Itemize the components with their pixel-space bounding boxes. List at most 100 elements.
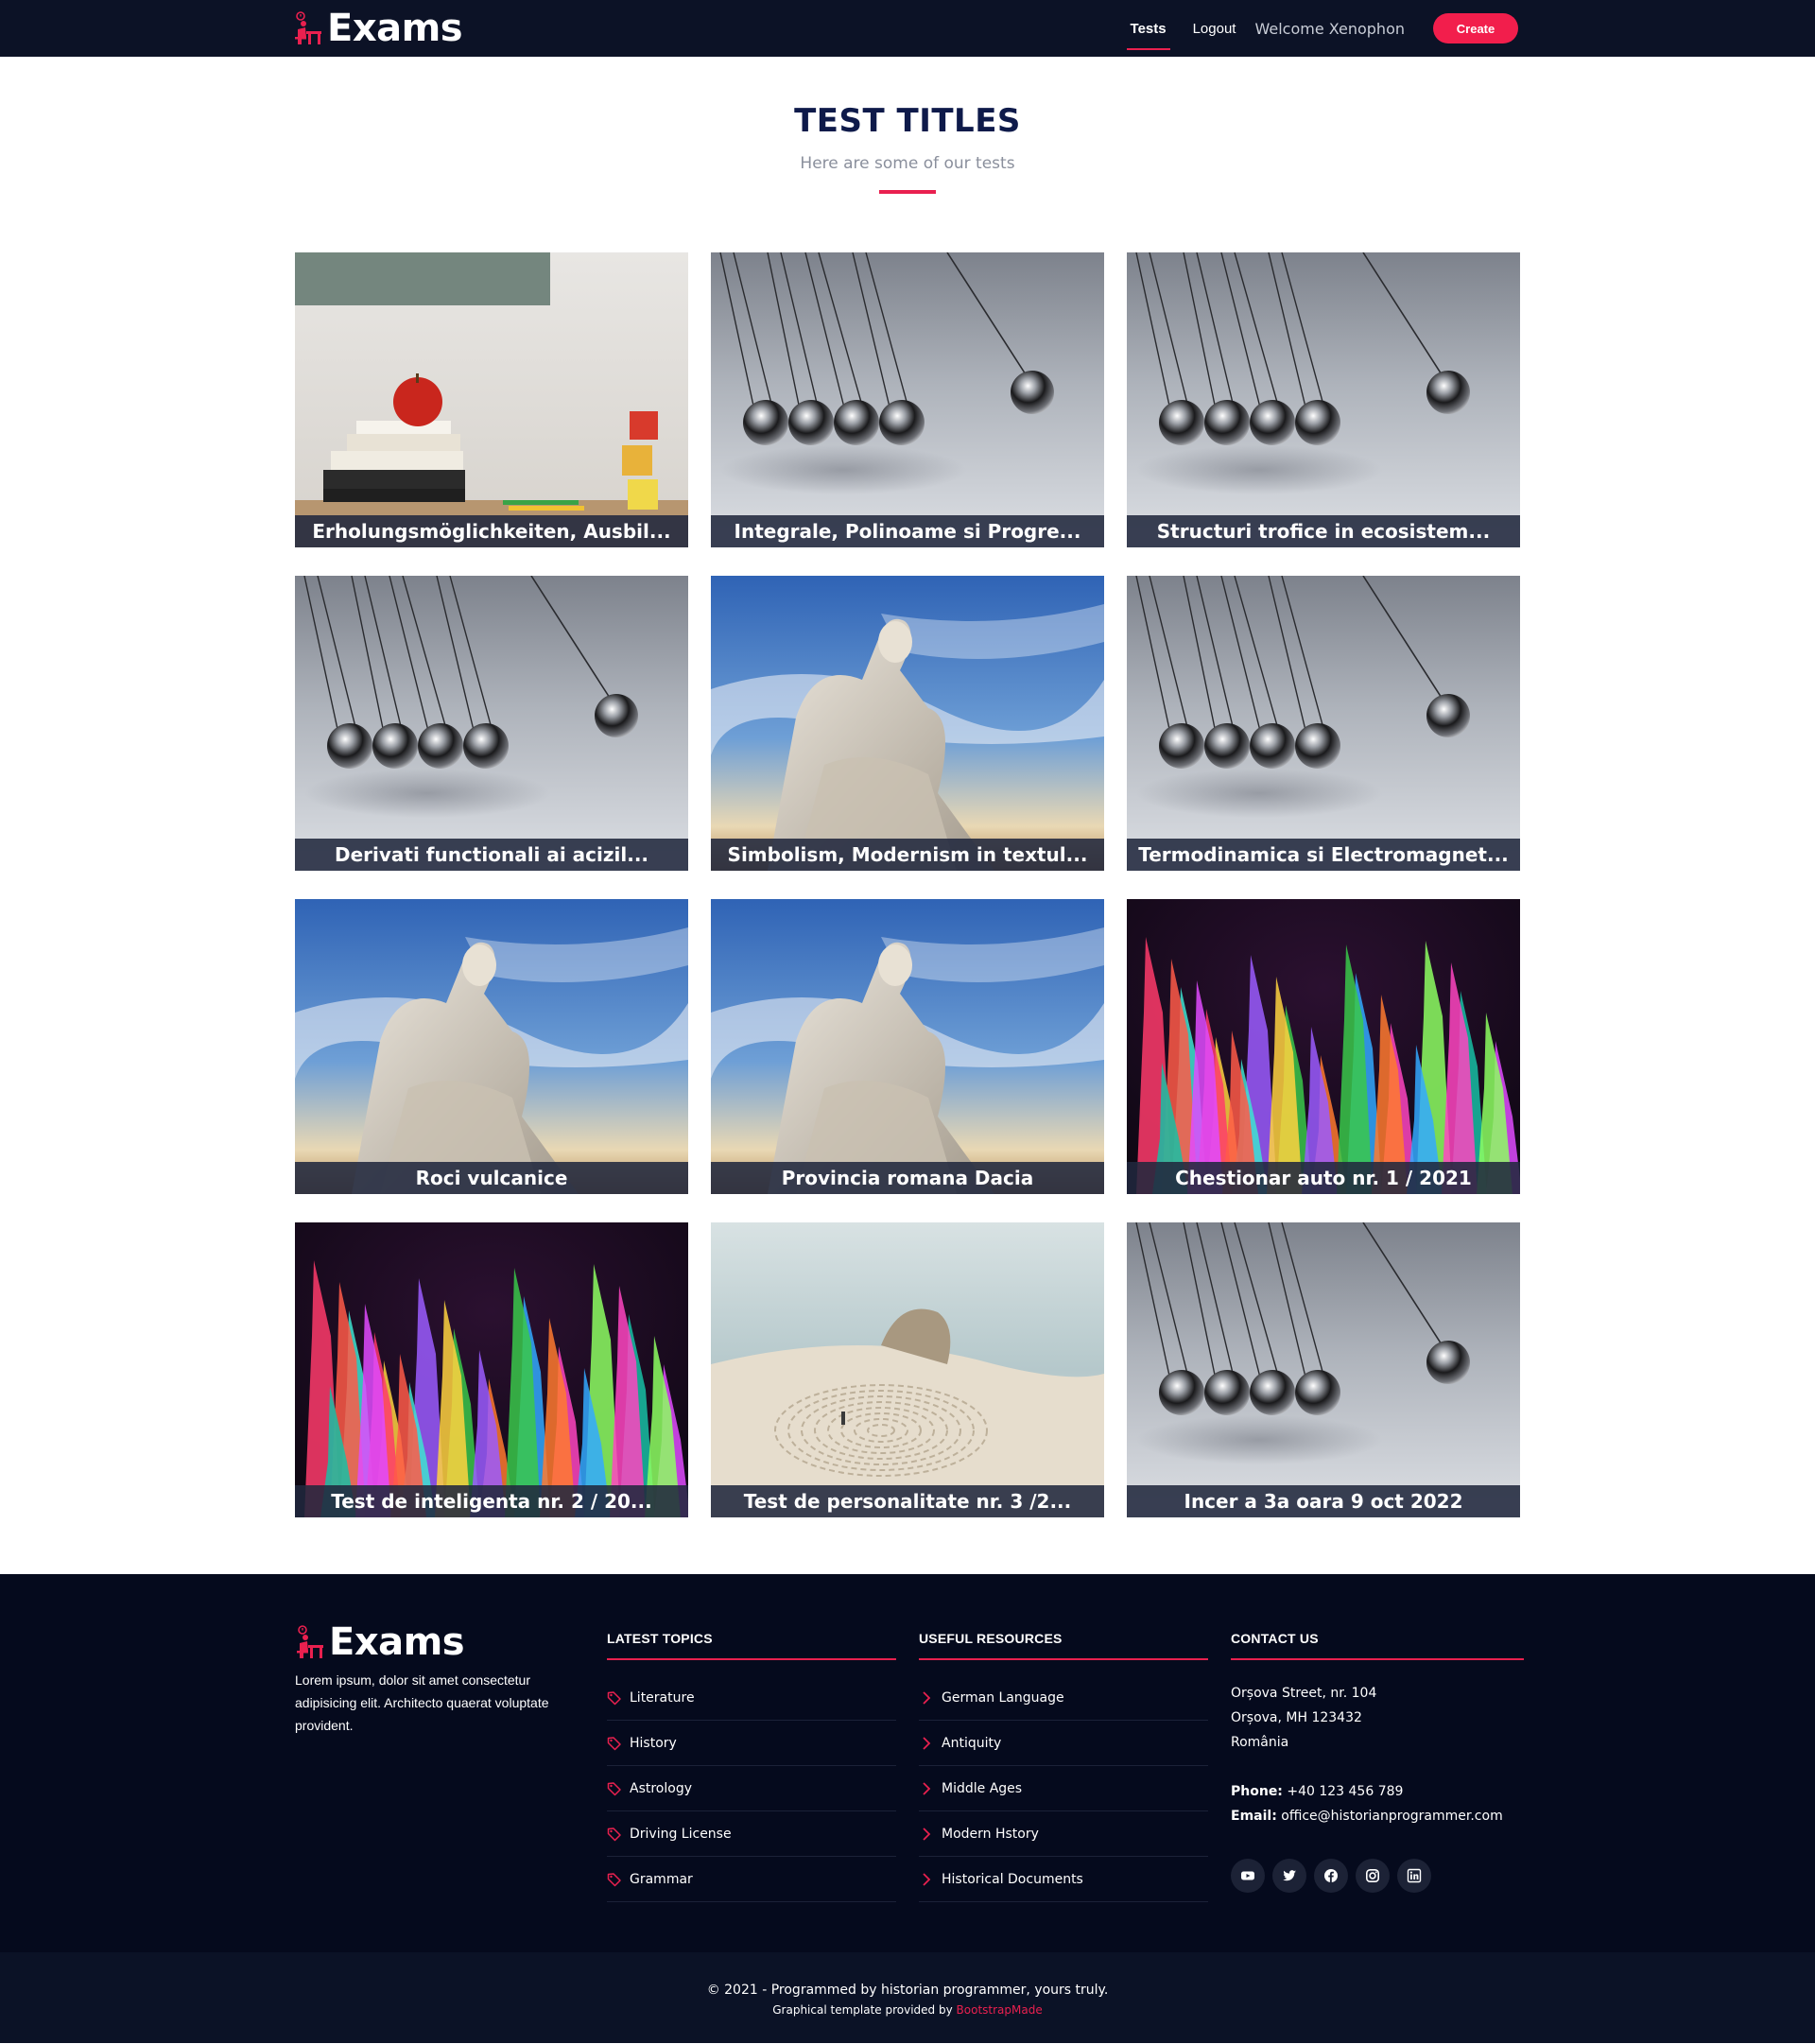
contact-details: Orșova Street, nr. 104 Orșova, MH 123432…: [1231, 1681, 1524, 1828]
tag-icon: [607, 1827, 621, 1842]
address-line-3: România: [1231, 1735, 1289, 1751]
brand-logo[interactable]: Exams: [293, 7, 463, 50]
test-card[interactable]: Erholungsmöglichkeiten, Ausbil...: [295, 252, 688, 548]
topic-item: Driving License: [607, 1811, 896, 1858]
phone-row: Phone: +40 123 456 789: [1231, 1779, 1524, 1804]
page-subtitle: Here are some of our tests: [800, 154, 1015, 174]
test-card[interactable]: Test de personalitate nr. 3 /2...: [711, 1222, 1104, 1518]
resource-item: Historical Documents: [919, 1857, 1208, 1903]
test-card[interactable]: Integrale, Polinoame si Progre...: [711, 252, 1104, 548]
test-card[interactable]: Roci vulcanice: [295, 899, 688, 1195]
facebook-link[interactable]: [1314, 1859, 1348, 1894]
tests-grid: Erholungsmöglichkeiten, Ausbil... Integr…: [295, 252, 1524, 1518]
email-row: Email: office@historianprogrammer.com: [1231, 1804, 1524, 1828]
topic-link-literature[interactable]: Literature: [630, 1690, 695, 1706]
card-title: Derivati functionali ai acizil...: [295, 839, 688, 872]
chevron-right-icon: [923, 1691, 931, 1705]
brand-name: Exams: [327, 7, 463, 50]
topic-item: Astrology: [607, 1766, 896, 1812]
test-card[interactable]: Structuri trofice in ecosistem...: [1127, 252, 1520, 548]
topic-link-history[interactable]: History: [630, 1736, 677, 1751]
topic-link-grammar[interactable]: Grammar: [630, 1872, 693, 1887]
card-image: [1127, 1222, 1520, 1518]
top-navbar: Exams Tests Logout Welcome Xenophon Crea…: [0, 0, 1815, 57]
instagram-link[interactable]: [1356, 1859, 1390, 1894]
phone-label: Phone:: [1231, 1784, 1283, 1800]
resource-link-historical-docs[interactable]: Historical Documents: [942, 1872, 1083, 1887]
contact-heading: CONTACT US: [1231, 1631, 1524, 1661]
footer-about-text: Lorem ipsum, dolor sit amet consectetur …: [295, 1672, 549, 1734]
template-credit-prefix: Graphical template provided by: [772, 2003, 953, 2018]
card-image: [1127, 899, 1520, 1195]
resource-link-modern-history[interactable]: Modern Hstory: [942, 1827, 1039, 1842]
card-image: [711, 252, 1104, 548]
card-title: Termodinamica si Electromagnet...: [1127, 839, 1520, 872]
chevron-right-icon: [923, 1737, 931, 1750]
twitter-link[interactable]: [1272, 1859, 1306, 1894]
test-card[interactable]: Test de inteligenta nr. 2 / 20...: [295, 1222, 688, 1518]
card-title: Test de inteligenta nr. 2 / 20...: [295, 1485, 688, 1518]
linkedin-link[interactable]: [1397, 1859, 1431, 1894]
useful-resources-list: German Language Antiquity Middle Ages Mo…: [919, 1675, 1208, 1903]
topic-link-astrology[interactable]: Astrology: [630, 1781, 692, 1796]
create-button[interactable]: Create: [1433, 13, 1518, 43]
chevron-right-icon: [923, 1782, 931, 1795]
latest-topics-col: LATEST TOPICS Literature History Astrolo…: [607, 1623, 919, 1903]
latest-topics-heading: LATEST TOPICS: [607, 1631, 896, 1661]
copyright-text: © 2021 - Programmed by historian program…: [706, 1983, 1109, 1999]
welcome-text: Welcome Xenophon: [1254, 19, 1405, 38]
topic-item: History: [607, 1721, 896, 1767]
resource-link-antiquity[interactable]: Antiquity: [942, 1736, 1001, 1751]
card-image: [1127, 576, 1520, 872]
email-label: Email:: [1231, 1809, 1277, 1825]
card-image: [295, 576, 688, 872]
card-title: Provincia romana Dacia: [711, 1162, 1104, 1195]
card-title: Test de personalitate nr. 3 /2...: [711, 1485, 1104, 1518]
linkedin-icon: [1407, 1869, 1422, 1883]
youtube-link[interactable]: [1231, 1859, 1265, 1894]
resource-link-middle-ages[interactable]: Middle Ages: [942, 1781, 1022, 1796]
useful-resources-col: USEFUL RESOURCES German Language Antiqui…: [919, 1623, 1231, 1903]
test-card[interactable]: Incer a 3a oara 9 oct 2022: [1127, 1222, 1520, 1518]
copyright-bar: © 2021 - Programmed by historian program…: [0, 1952, 1815, 2044]
footer-brand-logo[interactable]: Exams: [295, 1623, 584, 1661]
card-image: [295, 1222, 688, 1518]
card-title: Erholungsmöglichkeiten, Ausbil...: [295, 515, 688, 548]
latest-topics-list: Literature History Astrology Driving Lic…: [607, 1675, 896, 1903]
social-links: [1231, 1859, 1524, 1894]
chevron-right-icon: [923, 1873, 931, 1886]
nav-tests[interactable]: Tests: [1126, 13, 1170, 50]
resource-link-german[interactable]: German Language: [942, 1690, 1064, 1706]
youtube-icon: [1241, 1871, 1254, 1880]
student-desk-icon: [297, 1625, 323, 1659]
chevron-right-icon: [923, 1827, 931, 1841]
card-title: Roci vulcanice: [295, 1162, 688, 1195]
topic-link-driving-license[interactable]: Driving License: [630, 1827, 732, 1842]
card-title: Simbolism, Modernism in textul...: [711, 839, 1104, 872]
test-card[interactable]: Provincia romana Dacia: [711, 899, 1104, 1195]
contact-col: CONTACT US Orșova Street, nr. 104 Orșova…: [1231, 1623, 1524, 1902]
student-desk-icon: [295, 11, 321, 44]
bootstrapmade-link[interactable]: BootstrapMade: [957, 2003, 1043, 2017]
useful-resources-heading: USEFUL RESOURCES: [919, 1631, 1208, 1661]
tag-icon: [607, 1782, 621, 1796]
resource-item: German Language: [919, 1675, 1208, 1722]
test-card[interactable]: Simbolism, Modernism in textul...: [711, 576, 1104, 872]
card-image: [1127, 252, 1520, 548]
page-title: TEST TITLES: [794, 102, 1021, 140]
test-card[interactable]: Termodinamica si Electromagnet...: [1127, 576, 1520, 872]
title-underline: [879, 190, 936, 195]
test-card[interactable]: Chestionar auto nr. 1 / 2021: [1127, 899, 1520, 1195]
resource-item: Middle Ages: [919, 1766, 1208, 1812]
test-card[interactable]: Derivati functionali ai acizil...: [295, 576, 688, 872]
card-title: Structuri trofice in ecosistem...: [1127, 515, 1520, 548]
instagram-icon: [1365, 1869, 1379, 1883]
card-image: [711, 576, 1104, 872]
footer-brand-name: Exams: [329, 1620, 465, 1665]
card-title: Incer a 3a oara 9 oct 2022: [1127, 1485, 1520, 1518]
email-value[interactable]: office@historianprogrammer.com: [1281, 1809, 1502, 1824]
topic-item: Literature: [607, 1675, 896, 1722]
address-line-2: Orșova, MH 123432: [1231, 1710, 1362, 1726]
nav-logout[interactable]: Logout: [1189, 13, 1240, 44]
address-line-1: Orșova Street, nr. 104: [1231, 1686, 1377, 1702]
